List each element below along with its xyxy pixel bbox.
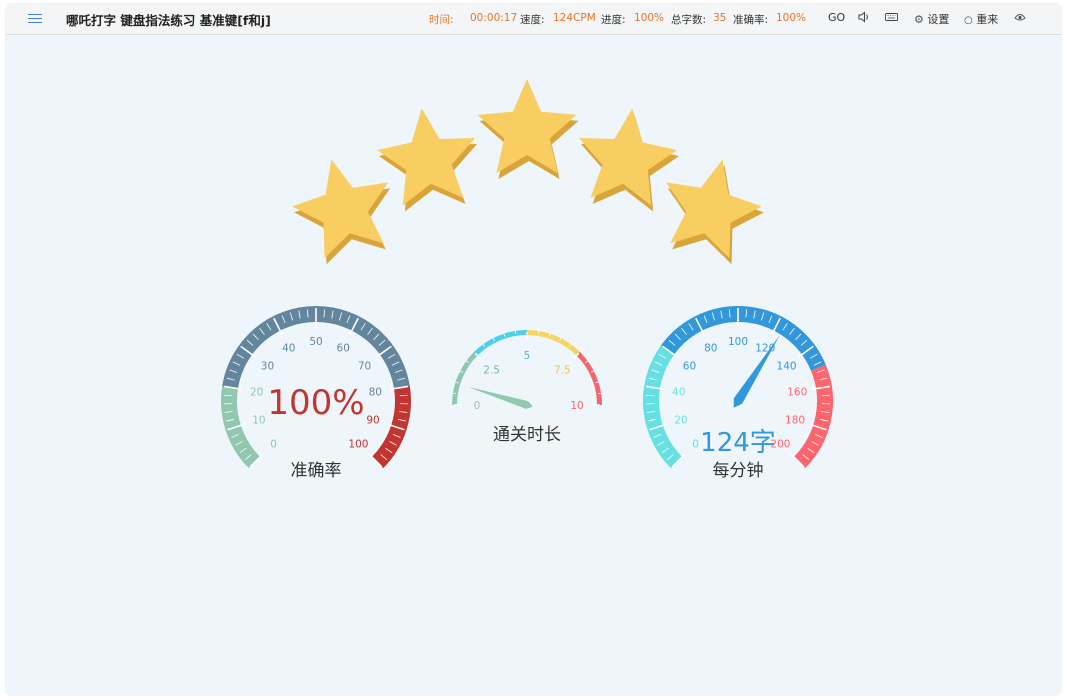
gauge-tick-label: 5 — [524, 350, 531, 362]
speed-gauge-caption: 每分钟 — [713, 461, 764, 481]
result-canvas: 0 10 20 30 40 50 60 70 80 90 100 100% 准确率 0 2.5 5 7.5 10 通… — [221, 79, 833, 481]
gauge-tick — [224, 394, 233, 397]
gauge-tick-label: 0 — [692, 438, 699, 450]
gauge-tick-label: 0 — [474, 400, 481, 412]
rating-star-icon — [292, 159, 391, 265]
duration-gauge: 0 2.5 5 7.5 10 通关时长 — [452, 330, 602, 445]
gauge-band — [452, 351, 478, 406]
duration-gauge-caption: 通关时长 — [493, 425, 561, 445]
rating-star-icon — [477, 79, 579, 180]
gauge-tick-label: 20 — [674, 415, 687, 427]
rating-star-icon — [578, 108, 679, 212]
gauge-tick-label: 60 — [337, 343, 350, 355]
gauge-tick — [821, 394, 830, 397]
gauge-tick-label: 0 — [270, 438, 277, 450]
gauge-band — [576, 351, 602, 406]
speed-gauge-value: 124字 — [700, 428, 776, 458]
gauge-tick-label: 2.5 — [483, 365, 500, 377]
accuracy-gauge-value: 100% — [267, 383, 364, 423]
gauge-tick-label: 40 — [282, 343, 295, 355]
gauge-tick-label: 10 — [570, 400, 583, 412]
gauge-tick-label: 40 — [672, 387, 685, 399]
gauge-tick-label: 50 — [309, 336, 322, 348]
gauge-tick-label: 60 — [683, 361, 696, 373]
gauge-tick-label: 100 — [348, 438, 368, 450]
gauge-tick — [646, 394, 655, 397]
gauge-band — [473, 330, 528, 356]
gauge-tick-label: 80 — [704, 343, 717, 355]
rating-star-icon — [665, 159, 764, 265]
gauge-band — [526, 330, 581, 356]
gauge-tick-label: 20 — [250, 387, 263, 399]
rating-star-icon — [377, 108, 478, 212]
accuracy-gauge-caption: 准确率 — [291, 461, 342, 481]
gauge-tick-label: 10 — [252, 415, 265, 427]
gauge-tick-label: 100 — [728, 336, 748, 348]
gauge-tick-label: 180 — [785, 415, 805, 427]
gauge-band — [643, 345, 683, 469]
gauge-tick-label: 80 — [369, 387, 382, 399]
accuracy-gauge: 0 10 20 30 40 50 60 70 80 90 100 100% 准确率 — [221, 306, 411, 481]
gauge-tick-label: 7.5 — [554, 365, 571, 377]
gauge-tick — [399, 394, 408, 397]
gauge-tick-label: 70 — [358, 361, 371, 373]
gauge-tick-label: 90 — [366, 415, 379, 427]
gauge-tick-label: 30 — [261, 361, 274, 373]
gauge-tick-label: 160 — [787, 387, 807, 399]
gauge-tick-label: 140 — [777, 361, 797, 373]
speed-gauge: 020406080100120140160180200124字每分钟 — [643, 306, 833, 481]
